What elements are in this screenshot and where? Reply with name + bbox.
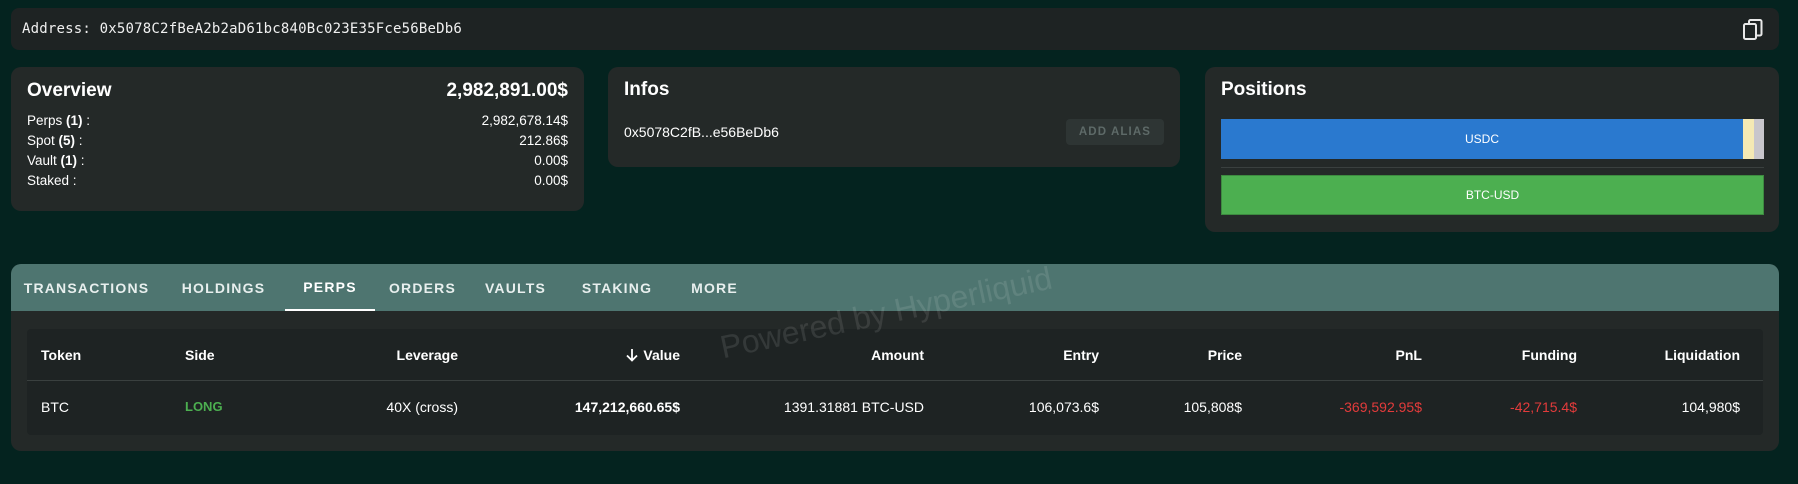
overview-row: Spot (5) : 212.86$	[27, 131, 568, 151]
overview-row-label: Perps (1) :	[27, 111, 90, 131]
perps-table: Token Side Leverage Value Amount Entry P…	[27, 329, 1763, 435]
header-amount[interactable]: Amount	[871, 329, 924, 381]
overview-row-name: Staked :	[27, 173, 77, 188]
tab-staking[interactable]: STAKING	[561, 264, 673, 311]
tab-perps[interactable]: PERPS	[285, 264, 375, 311]
table-header-row: Token Side Leverage Value Amount Entry P…	[27, 329, 1763, 381]
cell-liquidation: 104,980$	[1681, 399, 1740, 415]
overview-row-value: 2,982,678.14$	[481, 113, 568, 128]
positions-title: Positions	[1221, 79, 1307, 100]
infos-card: Infos 0x5078C2fB...e56BeDb6 ADD ALIAS	[608, 67, 1180, 167]
tab-bar: TRANSACTIONS HOLDINGS PERPS ORDERS VAULT…	[11, 264, 1779, 311]
position-bar-usdc[interactable]: USDC	[1221, 119, 1743, 159]
header-price[interactable]: Price	[1208, 329, 1242, 381]
header-pnl[interactable]: PnL	[1396, 329, 1422, 381]
short-address: 0x5078C2fB...e56BeDb6	[624, 124, 779, 140]
header-liquidation[interactable]: Liquidation	[1665, 329, 1740, 381]
overview-row-value: 0.00$	[534, 173, 568, 188]
add-alias-button[interactable]: ADD ALIAS	[1065, 119, 1164, 145]
overview-row-name: Vault	[27, 153, 61, 168]
divider	[1221, 167, 1764, 168]
cell-pnl: -369,592.95$	[1339, 399, 1422, 415]
arrow-down-icon	[626, 349, 639, 362]
tab-vaults[interactable]: VAULTS	[470, 264, 561, 311]
position-bar-segment[interactable]	[1743, 119, 1754, 159]
positions-card: Positions USDC BTC-USD	[1205, 67, 1779, 232]
overview-title: Overview	[27, 80, 112, 101]
overview-row: Perps (1) : 2,982,678.14$	[27, 111, 568, 131]
table-row[interactable]: BTC LONG 40X (cross) 147,212,660.65$ 139…	[27, 381, 1763, 433]
overview-row-name: Spot	[27, 133, 59, 148]
cell-side: LONG	[185, 399, 223, 414]
cell-amount: 1391.31881 BTC-USD	[783, 399, 924, 415]
tab-holdings[interactable]: HOLDINGS	[162, 264, 285, 311]
overview-row-label: Vault (1) :	[27, 151, 85, 171]
position-bar-btc-usd[interactable]: BTC-USD	[1221, 175, 1764, 215]
header-leverage[interactable]: Leverage	[397, 329, 458, 381]
cell-leverage: 40X (cross)	[386, 399, 458, 415]
overview-total: 2,982,891.00$	[446, 80, 568, 101]
cell-value: 147,212,660.65$	[574, 399, 680, 415]
header-value[interactable]: Value	[625, 329, 680, 381]
overview-row-suffix: :	[75, 133, 83, 148]
header-funding[interactable]: Funding	[1522, 329, 1577, 381]
overview-row-value: 212.86$	[519, 133, 568, 148]
overview-row-count: (5)	[58, 133, 76, 148]
address-bar: Address: 0x5078C2fBeA2b2aD61bc840Bc023E3…	[11, 8, 1779, 50]
tab-orders[interactable]: ORDERS	[375, 264, 470, 311]
cell-token: BTC	[41, 399, 69, 415]
cell-price: 105,808$	[1183, 399, 1242, 415]
position-bar-segment[interactable]	[1754, 119, 1764, 159]
header-side[interactable]: Side	[185, 329, 215, 381]
header-value-label: Value	[643, 347, 680, 363]
copy-icon[interactable]	[1741, 18, 1765, 42]
address-text: Address: 0x5078C2fBeA2b2aD61bc840Bc023E3…	[22, 21, 463, 37]
tab-more[interactable]: MORE	[673, 264, 756, 311]
header-entry[interactable]: Entry	[1063, 329, 1099, 381]
overview-row-value: 0.00$	[534, 153, 568, 168]
overview-row: Vault (1) : 0.00$	[27, 151, 568, 171]
tabs-panel: TRANSACTIONS HOLDINGS PERPS ORDERS VAULT…	[11, 264, 1779, 451]
overview-rows: Perps (1) : 2,982,678.14$ Spot (5) : 212.86…	[27, 111, 568, 191]
header-token[interactable]: Token	[41, 329, 81, 381]
cell-funding: -42,715.4$	[1510, 399, 1577, 415]
overview-card: Overview 2,982,891.00$ Perps (1) : 2,982,…	[11, 67, 584, 211]
overview-row-count: (1)	[60, 153, 78, 168]
tab-transactions[interactable]: TRANSACTIONS	[11, 264, 162, 311]
overview-row-label: Staked :	[27, 171, 77, 191]
overview-row-label: Spot (5) :	[27, 131, 83, 151]
infos-title: Infos	[624, 79, 670, 100]
overview-row-suffix: :	[82, 113, 91, 128]
overview-row: Staked : 0.00$	[27, 171, 568, 191]
overview-row-count: (1)	[66, 113, 83, 128]
overview-row-name: Perps	[27, 113, 67, 128]
cell-entry: 106,073.6$	[1028, 399, 1099, 415]
overview-row-suffix: :	[77, 153, 85, 168]
